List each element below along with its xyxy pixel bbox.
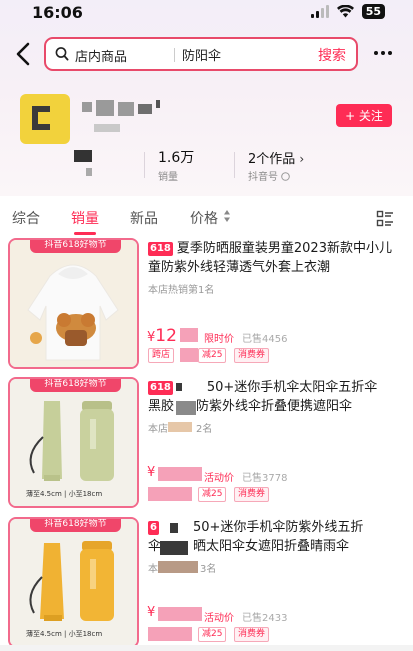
sales-stat-label: 销量	[158, 172, 178, 183]
tab-sales[interactable]: 销量	[71, 208, 99, 228]
sort-arrows-icon	[224, 210, 230, 222]
coupon-chip: 消费券	[234, 487, 270, 502]
promo-banner: 抖音618好物节	[30, 240, 121, 253]
promo-618-badge: 6	[148, 521, 159, 535]
shop-avatar[interactable]	[20, 94, 70, 144]
promo-banner: 抖音618好物节	[30, 519, 121, 532]
sort-tabs: 综合 销量 新品 价格	[0, 196, 413, 238]
product-image-umbrella-green[interactable]: 抖音618好物节 薄至4.5cm | 小至18cm	[8, 377, 139, 508]
tab-price[interactable]: 价格	[190, 208, 218, 228]
coupon-chip: 消费券	[234, 348, 270, 363]
douyin-id-label: 抖音号	[248, 168, 290, 183]
jacket-illustration	[10, 240, 137, 367]
rank-blurred	[158, 561, 198, 573]
works-stat-value: 2个作品	[248, 152, 296, 167]
size-label: 薄至4.5cm | 小至18cm	[26, 630, 103, 638]
tab-comprehensive[interactable]: 综合	[12, 208, 40, 228]
status-time: 16:06	[32, 3, 83, 22]
umbrella-illustration	[10, 519, 137, 646]
event-price-label: 活动价	[204, 473, 234, 484]
back-arrow-icon[interactable]	[12, 40, 36, 68]
wifi-icon	[336, 5, 354, 18]
promo-618-badge: 618	[148, 242, 173, 256]
active-tab-underline	[74, 232, 96, 235]
rank-blurred	[168, 422, 192, 432]
chip-blurred	[180, 348, 198, 362]
product-price: ¥12	[147, 326, 177, 346]
product-title[interactable]: 618 夏季防晒服童装男童2023新款中小儿童防紫外线轻薄透气外套上衣潮	[148, 239, 393, 277]
stat-divider	[144, 152, 145, 178]
chip-blurred	[148, 487, 192, 501]
shop-level-blurred	[74, 150, 92, 162]
shop-level-sub-blurred	[86, 168, 92, 176]
coupon-chip: 消费券	[234, 627, 270, 642]
sales-stat-value: 1.6万	[158, 150, 195, 166]
stat-divider	[234, 152, 235, 178]
shop-name-blurred	[82, 100, 170, 118]
shop-subtitle-blurred	[94, 124, 120, 132]
search-scope-label: 店内商品	[75, 50, 128, 65]
works-stat[interactable]: 2个作品 ›	[248, 148, 304, 167]
product-card[interactable]: 抖音618好物节 薄至4.5cm | 小至18cm 618 50+迷你手机伞太阳伞…	[0, 377, 413, 513]
battery-indicator: 55	[361, 4, 385, 19]
layout-toggle-icon[interactable]	[376, 210, 394, 228]
price-blurred	[158, 467, 202, 481]
umbrella-illustration	[10, 379, 137, 506]
search-divider	[174, 48, 175, 62]
shop-search-bar[interactable]: 店内商品 搜索	[44, 37, 358, 71]
discount-chip: 减25	[198, 348, 227, 363]
coupon-chip: 跨店	[148, 348, 175, 363]
sold-count: 已售3778	[242, 473, 288, 484]
product-price: ¥	[147, 605, 156, 620]
event-price-label: 活动价	[204, 613, 234, 624]
title-blurred	[170, 523, 178, 533]
list-bottom-edge	[0, 645, 413, 651]
follow-button[interactable]: + 关注	[336, 104, 392, 127]
search-button[interactable]: 搜索	[318, 45, 346, 65]
discount-chip: 减25	[198, 627, 227, 642]
promo-banner: 抖音618好物节	[30, 379, 121, 392]
search-icon	[55, 47, 69, 61]
search-input[interactable]	[182, 44, 292, 64]
tab-new[interactable]: 新品	[130, 208, 158, 228]
cellular-signal-icon	[310, 5, 329, 18]
chevron-right-icon: ›	[299, 152, 305, 166]
sold-count: 已售4456	[242, 334, 288, 345]
chip-blurred	[148, 627, 192, 641]
title-blurred	[176, 401, 196, 415]
product-image-umbrella-yellow[interactable]: 抖音618好物节 薄至4.5cm | 小至18cm	[8, 517, 139, 648]
price-blurred	[180, 328, 198, 342]
size-label: 薄至4.5cm | 小至18cm	[26, 490, 103, 498]
discount-chip: 减25	[198, 487, 227, 502]
promo-618-badge: 618	[148, 381, 173, 395]
product-card[interactable]: 抖音618好物节 618 夏季防晒服童装男童2023新款中小儿童防紫外线轻薄透气外…	[0, 238, 413, 374]
title-blurred	[176, 383, 182, 391]
copy-icon[interactable]	[281, 172, 290, 181]
more-options-icon[interactable]	[374, 51, 392, 55]
title-blurred	[160, 541, 188, 555]
product-card[interactable]: 抖音618好物节 薄至4.5cm | 小至18cm 6 50+迷你手机伞防紫外线五…	[0, 517, 413, 651]
sold-count: 已售2433	[242, 613, 288, 624]
status-icons: 55	[310, 4, 385, 19]
product-image-jacket[interactable]: 抖音618好物节	[8, 238, 139, 369]
product-price: ¥	[147, 465, 156, 480]
limited-price-label: 限时价	[204, 334, 234, 345]
rank-label: 本店热销第1名	[148, 285, 215, 296]
price-blurred	[158, 607, 202, 621]
